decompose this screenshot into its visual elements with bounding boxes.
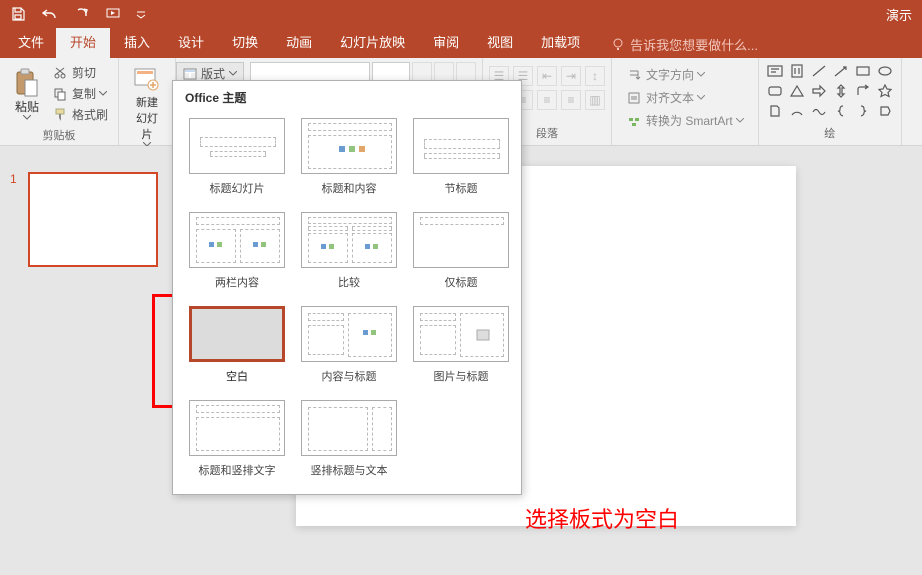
layout-icon — [183, 68, 197, 80]
format-painter-button[interactable]: 格式刷 — [48, 104, 112, 125]
layout-title-content[interactable]: 标题和内容 — [297, 114, 401, 200]
shape-brace-r-icon — [853, 102, 873, 120]
layout-comparison[interactable]: 比较 — [297, 208, 401, 294]
titlebar-mode-label: 演示 — [886, 5, 916, 24]
layout-title-only[interactable]: 仅标题 — [409, 208, 513, 294]
layout-section[interactable]: 节标题 — [409, 114, 513, 200]
tell-me-search[interactable]: 告诉我您想要做什么... — [604, 31, 766, 58]
tab-addins[interactable]: 加载项 — [527, 28, 594, 58]
chevron-down-icon — [697, 72, 705, 77]
shape-elbow-icon — [853, 82, 873, 100]
shape-roundrect-icon — [765, 82, 785, 100]
tab-review[interactable]: 审阅 — [419, 28, 473, 58]
slide-number: 1 — [10, 172, 17, 186]
shape-triangle-icon — [787, 82, 807, 100]
shape-arc-icon — [787, 102, 807, 120]
shape-wave-icon — [809, 102, 829, 120]
tab-slideshow[interactable]: 幻灯片放映 — [326, 28, 419, 58]
shape-arrow-line-icon — [831, 62, 851, 80]
format-painter-icon — [52, 107, 68, 123]
tab-design[interactable]: 设计 — [164, 28, 218, 58]
shape-oval-icon — [875, 62, 895, 80]
inc-indent-icon[interactable]: ⇥ — [561, 66, 581, 86]
align-text-icon — [626, 90, 642, 106]
chevron-down-icon — [736, 118, 744, 123]
dec-indent-icon[interactable]: ⇤ — [537, 66, 557, 86]
chevron-down-icon — [229, 71, 237, 76]
align-text-button[interactable]: 对齐文本 — [622, 87, 748, 108]
save-icon[interactable] — [6, 2, 30, 26]
shape-star-icon — [875, 82, 895, 100]
redo-icon[interactable] — [70, 2, 94, 26]
clipboard-group-label: 剪贴板 — [6, 125, 112, 145]
align-right-icon[interactable]: ≡ — [537, 90, 557, 110]
scissors-icon — [52, 65, 68, 81]
start-from-beginning-icon[interactable] — [102, 2, 126, 26]
text-direction-button[interactable]: 文字方向 — [622, 64, 748, 85]
layout-dropdown: Office 主题 标题幻灯片 标题和内容 节标题 两栏内容 比较 — [172, 80, 522, 495]
layout-title-vertical[interactable]: 标题和竖排文字 — [185, 396, 289, 482]
copy-icon — [52, 86, 68, 102]
tab-insert[interactable]: 插入 — [110, 28, 164, 58]
annotation-text: 选择板式为空白 — [525, 502, 679, 534]
layout-picture-caption[interactable]: 图片与标题 — [409, 302, 513, 388]
tab-file[interactable]: 文件 — [6, 28, 56, 58]
drawing-group-label: 绘 — [765, 123, 895, 143]
titlebar: 演示 — [0, 0, 922, 28]
new-slide-button[interactable]: 新建幻灯片 — [125, 62, 169, 149]
layout-two-content[interactable]: 两栏内容 — [185, 208, 289, 294]
layout-theme-title: Office 主题 — [173, 81, 521, 114]
layout-title-slide[interactable]: 标题幻灯片 — [185, 114, 289, 200]
slides-group: 新建幻灯片 幻 — [119, 58, 176, 145]
copy-button[interactable]: 复制 — [48, 83, 112, 104]
tab-view[interactable]: 视图 — [473, 28, 527, 58]
layout-content-caption[interactable]: 内容与标题 — [297, 302, 401, 388]
shapes-gallery[interactable] — [765, 62, 895, 120]
tab-transitions[interactable]: 切换 — [218, 28, 272, 58]
shape-arrow-ud-icon — [831, 82, 851, 100]
justify-icon[interactable]: ≡ — [561, 90, 581, 110]
shape-vtextbox-icon — [787, 62, 807, 80]
smartart-icon — [626, 113, 642, 129]
layout-vertical-title[interactable]: 竖排标题与文本 — [297, 396, 401, 482]
ribbon: 粘贴 剪切 复制 格式刷 剪贴板 — [0, 58, 922, 146]
shape-rect-icon — [853, 62, 873, 80]
shape-nav-icon — [875, 102, 895, 120]
line-spacing-icon[interactable]: ↕ — [585, 66, 605, 86]
clipboard-group: 粘贴 剪切 复制 格式刷 剪贴板 — [0, 58, 119, 145]
clipboard-icon — [12, 68, 42, 98]
shape-doc-icon — [765, 102, 785, 120]
new-slide-icon — [132, 64, 162, 94]
font-family-input[interactable] — [250, 62, 370, 82]
tab-animations[interactable]: 动画 — [272, 28, 326, 58]
columns-icon[interactable]: ▥ — [585, 90, 605, 110]
shape-line-icon — [809, 62, 829, 80]
layout-blank[interactable]: 空白 — [185, 302, 289, 388]
cut-button[interactable]: 剪切 — [48, 62, 112, 83]
chevron-down-icon — [99, 91, 107, 96]
shape-brace-l-icon — [831, 102, 851, 120]
thumbnail-pane[interactable]: 1 — [0, 146, 170, 575]
slide-thumbnail-1[interactable] — [28, 172, 158, 267]
font-size-input[interactable] — [372, 62, 410, 82]
convert-smartart-button[interactable]: 转换为 SmartArt — [622, 110, 748, 131]
ribbon-tabs: 文件 开始 插入 设计 切换 动画 幻灯片放映 审阅 视图 加载项 告诉我您想要… — [0, 28, 922, 58]
chevron-down-icon — [697, 95, 705, 100]
shapes-group: 绘 — [759, 58, 902, 145]
customize-qat-icon[interactable] — [134, 2, 148, 26]
text-controls-group: 文字方向 对齐文本 转换为 SmartArt — [612, 58, 759, 145]
shape-textbox-icon — [765, 62, 785, 80]
lightbulb-icon — [612, 38, 626, 52]
paste-button[interactable]: 粘贴 — [6, 62, 48, 125]
undo-icon[interactable] — [38, 2, 62, 26]
tab-home[interactable]: 开始 — [56, 28, 110, 58]
chevron-down-icon — [23, 115, 31, 120]
text-direction-icon — [626, 67, 642, 83]
shape-arrow-right-icon — [809, 82, 829, 100]
